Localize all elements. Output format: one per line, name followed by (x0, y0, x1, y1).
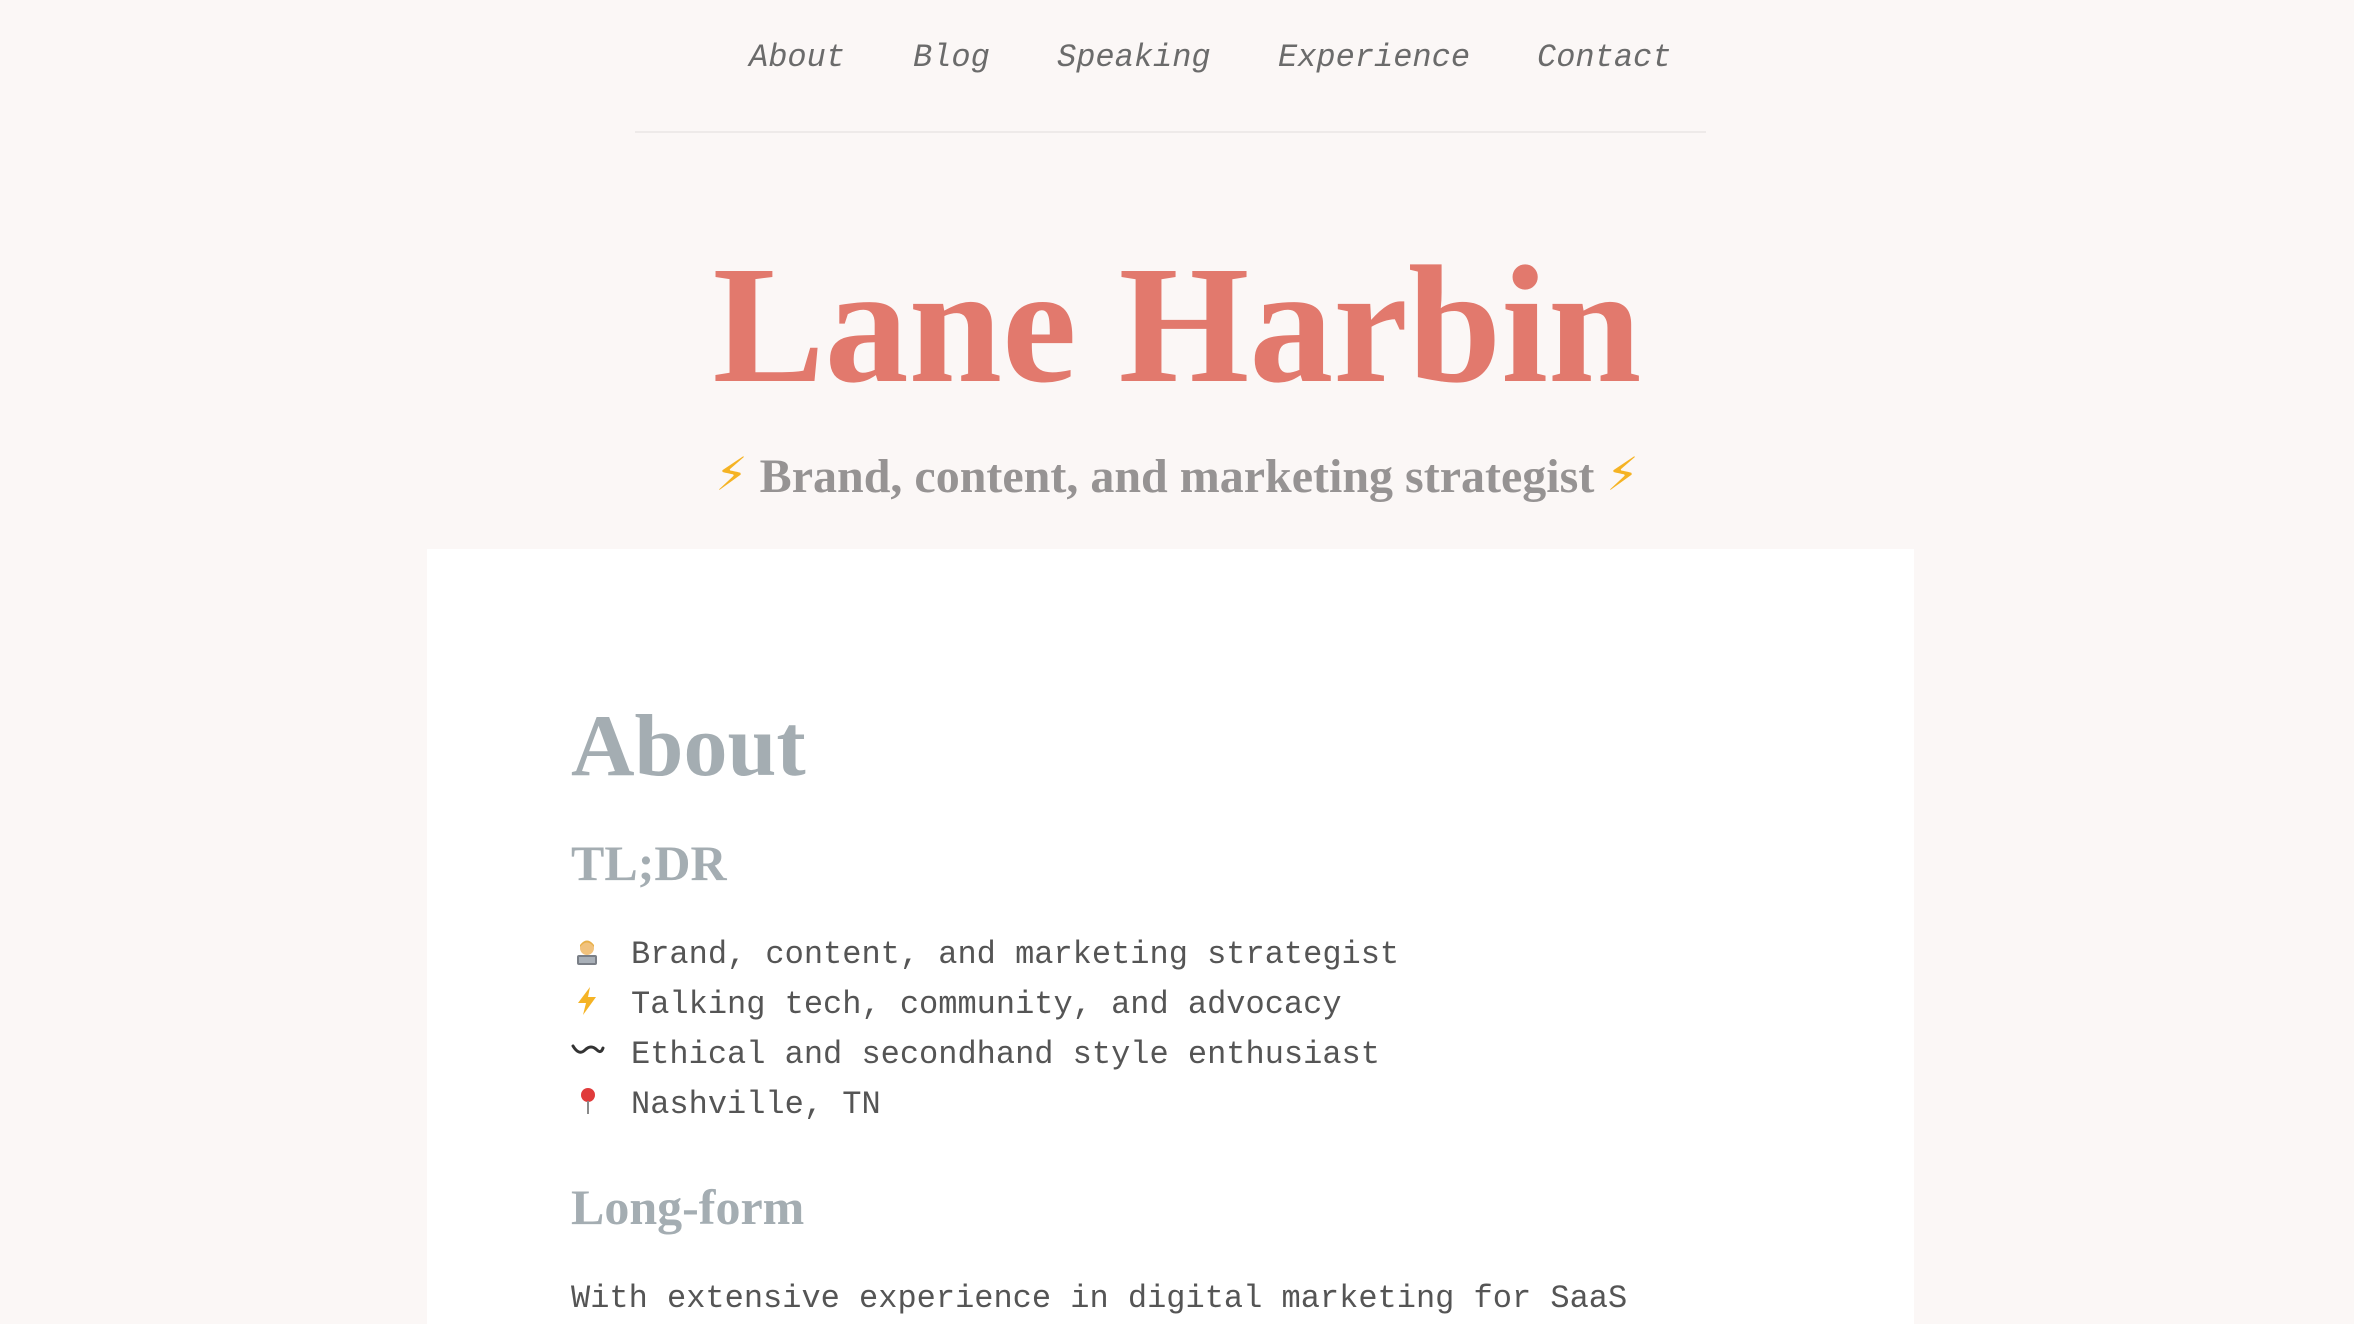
site-title: Lane Harbin (712, 232, 1642, 418)
tldr-heading: TL;DR (571, 835, 727, 891)
tldr-item-text: Brand, content, and marketing strategist (631, 936, 1400, 973)
lightning-bolt-icon: ⚡ (715, 447, 748, 501)
nav-link-experience[interactable]: Experience (1278, 36, 1470, 80)
site-tagline: ⚡ Brand, content, and marketing strategis… (0, 440, 2354, 511)
nav-link-contact[interactable]: Contact (1537, 36, 1671, 80)
technologist-icon (571, 930, 631, 980)
list-item: Brand, content, and marketing strategist (571, 930, 1399, 980)
nav-link-speaking[interactable]: Speaking (1057, 36, 1211, 80)
content-card: About TL;DR Brand, content, and marketin… (427, 549, 1914, 1324)
list-item: Nashville, TN (571, 1080, 1399, 1130)
pushpin-icon (571, 1080, 631, 1130)
top-navigation: About Blog Speaking Experience Contact (0, 0, 2354, 120)
wavy-dash-icon (571, 1030, 631, 1080)
tldr-item-text: Nashville, TN (631, 1086, 881, 1123)
lightning-bolt-icon: ⚡ (1606, 447, 1639, 501)
nav-link-blog[interactable]: Blog (913, 36, 990, 80)
tldr-item-text: Talking tech, community, and advocacy (631, 986, 1342, 1023)
lightning-bolt-icon (571, 980, 631, 1030)
tagline-text: Brand, content, and marketing strategist (759, 450, 1595, 503)
longform-paragraph: With extensive experience in digital mar… (571, 1280, 1628, 1317)
tldr-list: Brand, content, and marketing strategist… (571, 930, 1399, 1130)
nav-link-about[interactable]: About (749, 36, 845, 80)
list-item: Ethical and secondhand style enthusiast (571, 1030, 1399, 1080)
tldr-item-text: Ethical and secondhand style enthusiast (631, 1036, 1380, 1073)
page-title: About (571, 698, 806, 795)
longform-heading: Long-form (571, 1179, 805, 1235)
nav-divider (635, 131, 1706, 133)
list-item: Talking tech, community, and advocacy (571, 980, 1399, 1030)
